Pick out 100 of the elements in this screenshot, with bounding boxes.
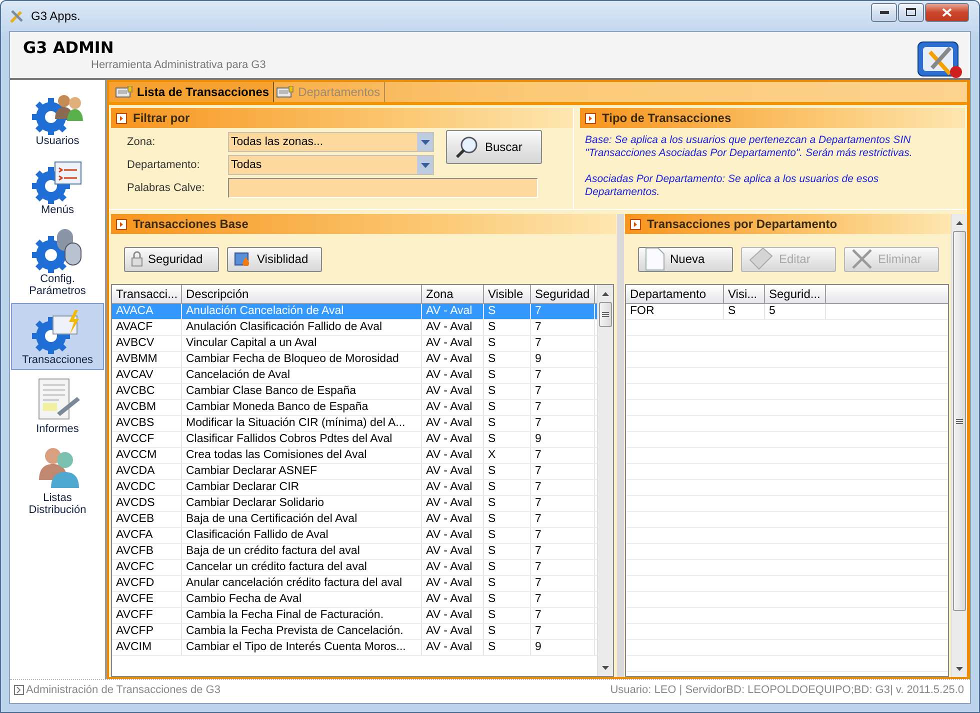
sidebar-item[interactable]: Listas Distribución	[11, 441, 104, 520]
table-cell: 7	[531, 368, 595, 384]
table-row[interactable]: AVCDC Cambiar Declarar CIR AV - Aval S 7	[112, 480, 597, 496]
sidebar-item[interactable]: Menús	[11, 153, 104, 220]
table-cell: Anular cancelación crédito factura del aval	[182, 576, 422, 592]
table-cell: AV - Aval	[422, 544, 484, 560]
table-cell: AVCFF	[112, 608, 182, 624]
table-row[interactable]: AVCDS Cambiar Declarar Solidario AV - Aval S 7	[112, 496, 597, 512]
toolbar-button[interactable]: Seguridad	[124, 246, 219, 272]
table-row[interactable]: AVCFD Anular cancelación crédito factura del aval AV - Aval S 7	[112, 576, 597, 592]
table-cell: AV - Aval	[422, 448, 484, 464]
sidebar-item[interactable]: Config. Parámetros	[11, 222, 104, 301]
section-icon	[585, 112, 596, 124]
table-row[interactable]: AVCFP Cambia la Fecha Prevista de Cancelación. AV - Aval S 7	[112, 624, 597, 640]
table-row[interactable]: AVCIM Cambiar el Tipo de Interés Cuenta Moros... AV - Aval S 9	[112, 640, 597, 656]
field-label: Zona:	[127, 136, 156, 148]
sidebar-item[interactable]: Transacciones	[11, 303, 104, 370]
column-header[interactable]: Zona	[422, 285, 484, 303]
table-row[interactable]: AVCFF Cambia la Fecha Final de Facturación. AV - Aval S 7	[112, 608, 597, 624]
table-cell: AVCBM	[112, 400, 182, 416]
table-row[interactable]: AVCFA Clasificación Fallido de Aval AV - Aval S 7	[112, 528, 597, 544]
column-header[interactable]: Departamento	[626, 285, 724, 303]
table-cell: AV - Aval	[422, 592, 484, 608]
table-row[interactable]: AVCBM Cambiar Moneda Banco de España AV - Aval S 7	[112, 400, 597, 416]
table-row[interactable]: AVCEB Baja de una Certificación del Aval AV - Aval S 7	[112, 512, 597, 528]
scrollbar[interactable]	[597, 285, 613, 676]
sidebar-item[interactable]: Usuarios	[11, 84, 104, 151]
scroll-up-icon[interactable]	[956, 220, 963, 224]
table-cell: AVCFA	[112, 528, 182, 544]
table-cell: 7	[531, 336, 595, 352]
tab[interactable]: Lista de Transacciones	[113, 82, 274, 102]
table-cell: AV - Aval	[422, 432, 484, 448]
table-cell: 7	[531, 464, 595, 480]
table-row[interactable]: AVACF Anulación Clasificación Fallido de Aval AV - Aval S 7	[112, 320, 597, 336]
column-header[interactable]: Visi...	[724, 285, 765, 303]
document-icon	[276, 86, 294, 98]
table-cell: S	[484, 464, 531, 480]
dropdown-field[interactable]: Todas	[228, 155, 434, 175]
new-document-icon	[645, 247, 665, 271]
table-row[interactable]: AVCCF Clasificar Fallidos Cobros Pdtes del Aval AV - Aval S 9	[112, 432, 597, 448]
close-button[interactable]	[925, 2, 969, 22]
table-cell: AVCIM	[112, 640, 182, 656]
table-row[interactable]: AVBCV Vincular Capital a un Aval AV - Aval S 7	[112, 336, 597, 352]
table-cell: AV - Aval	[422, 528, 484, 544]
table-cell: Cambiar Declarar Solidario	[182, 496, 422, 512]
table-cell: AVCDS	[112, 496, 182, 512]
tools-icon	[9, 8, 25, 24]
table-row[interactable]: AVCFC Cancelar un crédito factura del aval AV - Aval S 7	[112, 560, 597, 576]
table-cell: Cambio Fecha de Aval	[182, 592, 422, 608]
table-row[interactable]: AVCFE Cambio Fecha de Aval AV - Aval S 7	[112, 592, 597, 608]
toolbar-button[interactable]: Nueva	[638, 246, 733, 272]
table-cell: Baja de un crédito factura del aval	[182, 544, 422, 560]
table-cell: AV - Aval	[422, 560, 484, 576]
table-row[interactable]: AVCAV Cancelación de Aval AV - Aval S 7	[112, 368, 597, 384]
section-header: Transacciones Base	[111, 214, 616, 234]
table-cell: AV - Aval	[422, 320, 484, 336]
table-cell: AVCEB	[112, 512, 182, 528]
scrollbar[interactable]	[951, 214, 967, 677]
section-icon	[630, 218, 641, 230]
column-header[interactable]: Segurid...	[765, 285, 826, 303]
grip-icon	[956, 418, 963, 424]
table-cell: Baja de una Certificación del Aval	[182, 512, 422, 528]
maximize-button[interactable]	[898, 2, 924, 22]
description-text: Asociadas Por Departamento: Se aplica a los usuarios de esos Departamentos.	[585, 173, 880, 199]
table-cell: S	[484, 608, 531, 624]
table-cell: Cambiar Moneda Banco de España	[182, 400, 422, 416]
input-field[interactable]	[228, 178, 538, 198]
table-cell: AVCFE	[112, 592, 182, 608]
table-cell: Clasificación Fallido de Aval	[182, 528, 422, 544]
column-header[interactable]: Visible	[484, 285, 531, 303]
table-cell: 7	[531, 560, 595, 576]
table-row[interactable]: AVCBC Cambiar Clase Banco de España AV - Aval S 7	[112, 384, 597, 400]
close-icon	[851, 249, 873, 269]
table-row[interactable]: AVCBS Modificar la Situación CIR (mínima) del A... AV - Aval S 7	[112, 416, 597, 432]
table-cell: 9	[531, 432, 595, 448]
scroll-down-icon[interactable]	[956, 666, 963, 670]
dropdown-arrow-icon	[420, 140, 430, 144]
table-cell: AV - Aval	[422, 576, 484, 592]
toolbar-button[interactable]: Visiblidad	[227, 246, 322, 272]
table-row[interactable]: AVBMM Cambiar Fecha de Bloqueo de Morosidad AV - Aval S 9	[112, 352, 597, 368]
table-cell: 7	[531, 384, 595, 400]
column-header[interactable]: Seguridad	[531, 285, 595, 303]
table-cell: 7	[531, 512, 595, 528]
table-row[interactable]: AVCFB Baja de un crédito factura del aval AV - Aval S 7	[112, 544, 597, 560]
minimize-button[interactable]	[871, 2, 897, 22]
search-button[interactable]: Buscar	[446, 130, 542, 164]
sidebar-item[interactable]: Informes	[11, 372, 104, 439]
table-cell: AV - Aval	[422, 512, 484, 528]
table-cell: AVCBC	[112, 384, 182, 400]
table-cell: Cambiar Clase Banco de España	[182, 384, 422, 400]
table-cell: 7	[531, 304, 595, 320]
table-cell: 7	[531, 320, 595, 336]
table-row[interactable]: AVCDA Cambiar Declarar ASNEF AV - Aval S 7	[112, 464, 597, 480]
table-row[interactable]: AVCCM Crea todas las Comisiones del Aval AV - Aval X 7	[112, 448, 597, 464]
column-header[interactable]: Transacci...	[112, 285, 182, 303]
scroll-up-icon[interactable]	[602, 292, 609, 296]
column-header[interactable]: Descripción	[182, 285, 422, 303]
table-cell: 7	[531, 480, 595, 496]
scroll-down-icon[interactable]	[602, 666, 609, 670]
dropdown-field[interactable]: Todas las zonas...	[228, 132, 434, 152]
